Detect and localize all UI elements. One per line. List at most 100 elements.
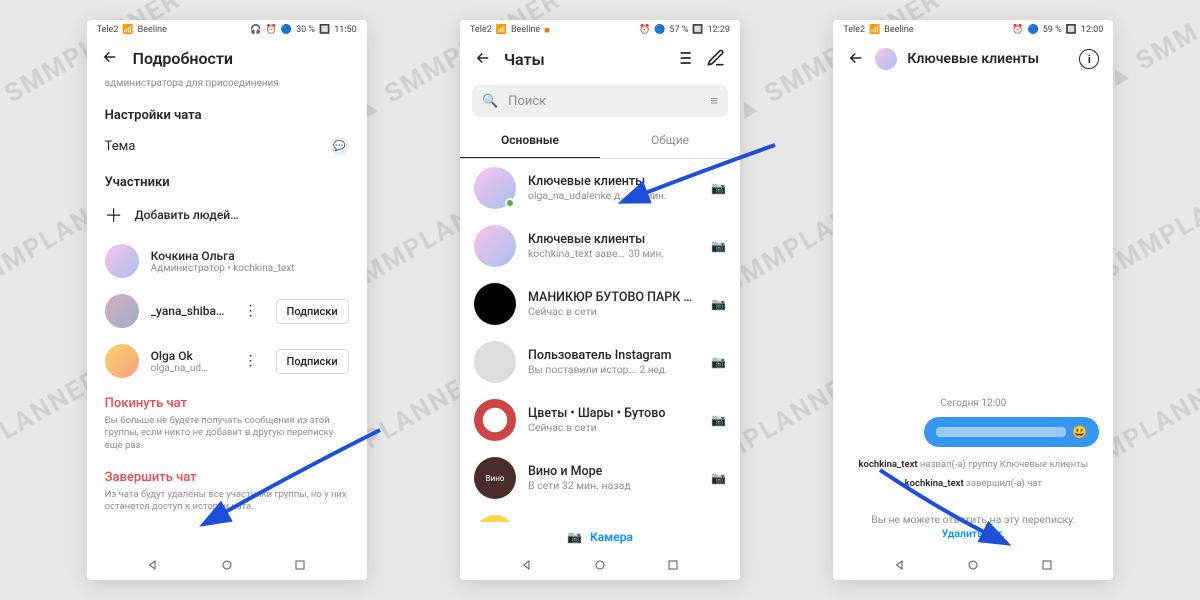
more-icon[interactable]: ⋮ [238,353,264,369]
chat-item[interactable]: Цветы • Шары • БутовоСейчас в сети 📷 [460,391,740,449]
chat-title[interactable]: Ключевые клиенты [907,51,1069,67]
camera-icon[interactable]: 📷 [711,181,726,195]
nav-recent-icon[interactable] [292,557,308,576]
page-title: Чаты [504,50,662,69]
theme-label: Тема [105,139,136,154]
follow-button[interactable]: Подписки [276,349,349,374]
chat-item[interactable]: Вино Вино и МореВ сети 32 мин. назад 📷 [460,449,740,507]
avatar [474,515,516,522]
phone-chats: Tele2 📶 Beeline ■ ⏰🔵57 %🔲12:29 Чаты 🔍 По… [460,20,740,580]
group-avatar[interactable] [875,48,897,70]
search-input[interactable]: 🔍 Поиск ≡ [472,85,728,117]
avatar [474,399,516,441]
filter-icon[interactable]: ≡ [710,93,718,109]
delete-chat-link[interactable]: Удалить чат [942,527,1003,540]
online-dot [505,198,515,208]
back-button[interactable] [101,48,119,69]
phone-details: Tele2 📶 Beeline 🎧⏰🔵30 %🔲11:50 Подробност… [87,20,367,580]
nav-back-icon[interactable] [892,557,908,576]
nav-back-icon[interactable] [145,557,161,576]
admin-note: администратора для присоединения [87,77,367,98]
emoji-icon: 😃 [1072,425,1087,439]
avatar [105,344,139,378]
theme-row[interactable]: Тема 💬 [87,127,367,165]
chat-item[interactable]: Ключевые клиентыkochkina_text заве…30 ми… [460,217,740,275]
camera-icon[interactable]: 📷 [711,413,726,427]
leave-chat[interactable]: Покинуть чат [87,386,367,413]
message-content [936,427,1066,437]
avatar [474,283,516,325]
chat-name: Ключевые клиенты [528,174,699,189]
nav-back-icon[interactable] [519,557,535,576]
avatar [105,244,139,278]
members-title: Участники [87,165,367,194]
avatar [474,225,516,267]
theme-icon: 💬 [331,137,349,155]
search-icon: 🔍 [482,94,498,109]
back-button[interactable] [474,49,492,70]
end-chat[interactable]: Завершить чат [87,460,367,487]
add-people-label: Добавить людей… [135,208,239,222]
message-bubble[interactable]: 😃 [924,417,1099,447]
chat-body: Сегодня 12:00 😃 kochkina_text назвал(-а)… [833,78,1113,503]
camera-icon[interactable]: 📷 [711,355,726,369]
system-message: kochkina_text назвал(-а) группу Ключевые… [859,459,1089,470]
chat-item[interactable]: МАНИКЮР БУТОВО ПАРК 2…Сейчас в сети 📷 [460,275,740,333]
info-icon[interactable]: i [1079,49,1099,69]
header: Подробности [87,40,367,77]
nav-bar [460,552,740,580]
chat-list: Ключевые клиентыolga_na_udalenke д…17 ми… [460,159,740,522]
chat-item[interactable]: Ключевые клиентыolga_na_udalenke д…17 ми… [460,159,740,217]
member-row[interactable]: Кочкина Ольга Администратор • kochkina_t… [87,236,367,286]
add-people-row[interactable]: ＋ Добавить людей… [87,194,367,236]
nav-bar [87,552,367,580]
status-bar: Tele2 📶 Beeline 🎧⏰🔵30 %🔲11:50 [87,20,367,40]
member-sub: olga_na_ud… [151,363,226,374]
avatar [474,167,516,209]
header: Чаты [460,40,740,79]
header: Ключевые клиенты i [833,40,1113,78]
camera-icon: 📷 [567,530,582,544]
member-sub: Администратор • kochkina_text [151,263,349,274]
more-icon[interactable]: ⋮ [238,303,264,319]
member-row[interactable]: Olga Ok olga_na_ud… ⋮ Подписки [87,336,367,386]
back-button[interactable] [847,49,865,70]
avatar [105,294,139,328]
nav-recent-icon[interactable] [1039,557,1055,576]
system-message: kochkina_text завершил(-а) чат [905,478,1042,489]
member-name: Olga Ok [151,349,226,363]
nav-home-icon[interactable] [219,557,235,576]
member-row[interactable]: _yana_shiba… ⋮ Подписки [87,286,367,336]
follow-button[interactable]: Подписки [276,299,349,324]
avatar: Вино [474,457,516,499]
search-placeholder: Поиск [508,94,546,109]
status-bar: Tele2 📶 Beeline ⏰🔵59 %🔲12:00 [833,20,1113,40]
page-title: Подробности [133,49,233,68]
nav-home-icon[interactable] [965,557,981,576]
compose-icon[interactable] [706,48,726,71]
footer-note: Вы не можете ответить на эту переписку. … [833,503,1113,552]
camera-label: Камера [590,530,633,544]
list-icon[interactable] [674,48,694,71]
member-name: Кочкина Ольга [151,249,349,263]
camera-icon[interactable]: 📷 [711,297,726,311]
chat-item[interactable]: РЕЦЕПТЫ ТОРТОВПоследнее действие 3 н… [460,507,740,522]
tabs: Основные Общие [460,123,740,159]
nav-bar [833,552,1113,580]
camera-bar[interactable]: 📷 Камера [460,522,740,552]
leave-note: Вы больше не будете получать сообщения и… [87,413,367,460]
day-label: Сегодня 12:00 [940,398,1006,409]
plus-icon: ＋ [105,202,123,228]
camera-icon[interactable]: 📷 [711,471,726,485]
phone-conversation: Tele2 📶 Beeline ⏰🔵59 %🔲12:00 Ключевые кл… [833,20,1113,580]
status-bar: Tele2 📶 Beeline ■ ⏰🔵57 %🔲12:29 [460,20,740,40]
camera-icon[interactable]: 📷 [711,239,726,253]
tab-general[interactable]: Общие [600,123,740,158]
nav-recent-icon[interactable] [665,557,681,576]
end-note: Из чата будут удалены все участники груп… [87,487,367,522]
nav-home-icon[interactable] [592,557,608,576]
tab-main[interactable]: Основные [460,123,600,158]
chat-settings-title: Настройки чата [87,98,367,127]
chat-item[interactable]: Пользователь InstagramВы поставили истор… [460,333,740,391]
member-name: _yana_shiba… [151,304,226,318]
